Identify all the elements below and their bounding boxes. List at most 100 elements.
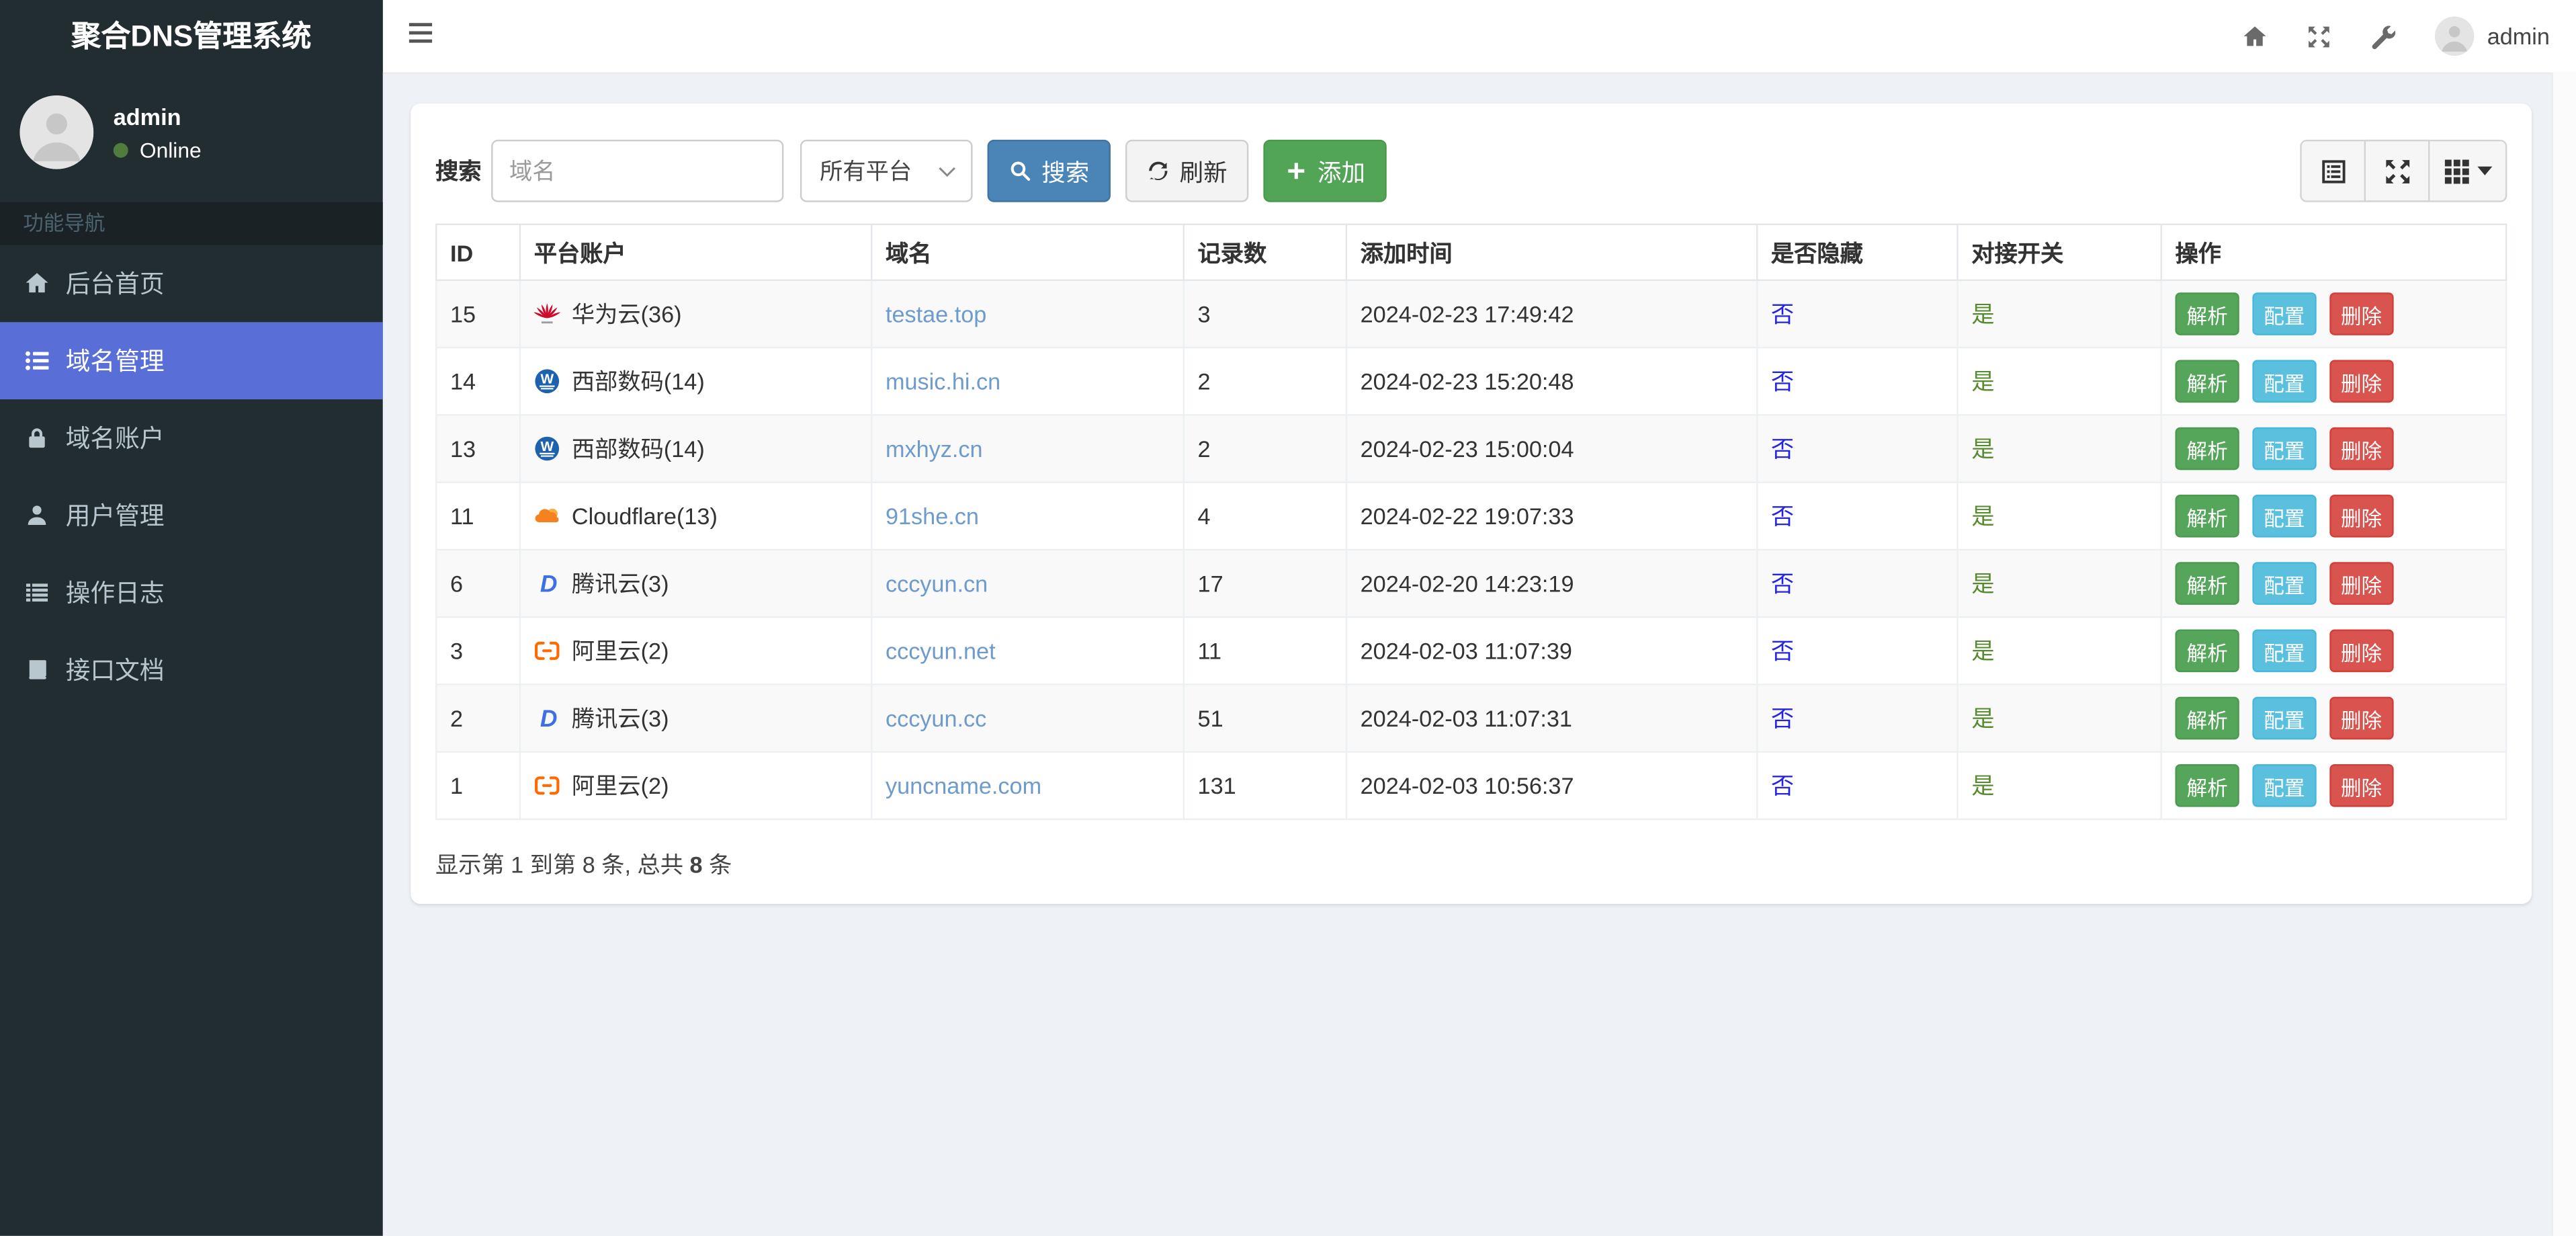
config-button[interactable]: 配置 xyxy=(2252,696,2317,740)
delete-button[interactable]: 删除 xyxy=(2329,696,2394,740)
resolve-button[interactable]: 解析 xyxy=(2175,292,2239,335)
switch-toggle-link[interactable]: 是 xyxy=(1971,638,1994,664)
hidden-toggle-link[interactable]: 否 xyxy=(1771,638,1794,664)
domain-link[interactable]: mxhyz.cn xyxy=(886,436,983,462)
switch-toggle-link[interactable]: 是 xyxy=(1971,300,1994,327)
switch-toggle-link[interactable]: 是 xyxy=(1971,570,1994,596)
resolve-button[interactable]: 解析 xyxy=(2175,629,2239,673)
switch-toggle-link[interactable]: 是 xyxy=(1971,503,1994,529)
domain-link[interactable]: cccyun.cc xyxy=(886,705,986,731)
hidden-toggle-link[interactable]: 否 xyxy=(1771,503,1794,529)
delete-button[interactable]: 删除 xyxy=(2329,629,2394,673)
home-icon xyxy=(25,271,50,296)
user-status: Online xyxy=(113,137,202,162)
table-header-row: ID 平台账户 域名 记录数 添加时间 是否隐藏 对接开关 操作 xyxy=(435,223,2507,282)
switch-toggle-link[interactable]: 是 xyxy=(1971,705,1994,731)
resolve-button[interactable]: 解析 xyxy=(2175,764,2239,807)
hidden-toggle-link[interactable]: 否 xyxy=(1771,436,1794,462)
col-actions: 操作 xyxy=(2160,223,2507,282)
search-button[interactable]: 搜索 xyxy=(987,139,1111,202)
cell-hidden: 否 xyxy=(1756,279,1959,349)
cell-switch: 是 xyxy=(1957,279,2162,349)
config-button[interactable]: 配置 xyxy=(2252,764,2317,807)
hidden-toggle-link[interactable]: 否 xyxy=(1771,705,1794,731)
table-row: 14 W 西部数码(14) music.hi.cn 2 2024-02-23 15… xyxy=(435,346,2507,416)
domain-link[interactable]: 91she.cn xyxy=(886,503,979,529)
config-button[interactable]: 配置 xyxy=(2252,495,2317,538)
domain-link[interactable]: yuncname.com xyxy=(886,772,1041,798)
cell-id: 6 xyxy=(435,548,521,618)
cell-actions: 解析 配置 删除 xyxy=(2160,616,2507,686)
sidebar-item-api-docs[interactable]: 接口文档 xyxy=(0,631,383,708)
cell-id: 1 xyxy=(435,751,521,821)
sidebar-toggle-button[interactable] xyxy=(409,23,433,48)
sidebar-item-users[interactable]: 用户管理 xyxy=(0,477,383,554)
config-button[interactable]: 配置 xyxy=(2252,562,2317,605)
detail-view-view-button[interactable] xyxy=(2300,139,2366,202)
refresh-icon xyxy=(1149,161,1168,181)
config-button[interactable]: 配置 xyxy=(2252,292,2317,335)
switch-toggle-link[interactable]: 是 xyxy=(1971,368,1994,395)
sidebar-item-logs[interactable]: 操作日志 xyxy=(0,554,383,631)
config-button[interactable]: 配置 xyxy=(2252,629,2317,673)
cell-platform: D 腾讯云(3) xyxy=(519,684,873,753)
cell-platform: 华为云(36) xyxy=(519,279,873,349)
cell-switch: 是 xyxy=(1957,414,2162,483)
domain-link[interactable]: music.hi.cn xyxy=(886,368,1000,395)
switch-toggle-link[interactable]: 是 xyxy=(1971,772,1994,798)
cell-actions: 解析 配置 删除 xyxy=(2160,548,2507,618)
sidebar-item-label: 操作日志 xyxy=(65,580,165,608)
user-menu[interactable]: admin xyxy=(2434,16,2550,56)
delete-button[interactable]: 删除 xyxy=(2329,562,2394,605)
domain-search-input[interactable] xyxy=(491,139,784,202)
add-button[interactable]: 添加 xyxy=(1263,139,1387,202)
resolve-button[interactable]: 解析 xyxy=(2175,360,2239,403)
huawei-icon xyxy=(533,300,560,327)
platform-select[interactable]: 所有平台 xyxy=(800,139,973,202)
resolve-button[interactable]: 解析 xyxy=(2175,562,2239,605)
sidebar-item-domains[interactable]: 域名管理 xyxy=(0,322,383,400)
detail-view-icon xyxy=(2319,157,2347,186)
cell-actions: 解析 配置 删除 xyxy=(2160,279,2507,349)
config-button[interactable]: 配置 xyxy=(2252,427,2317,470)
cell-id: 13 xyxy=(435,414,521,483)
online-dot-icon xyxy=(113,142,128,157)
resolve-button[interactable]: 解析 xyxy=(2175,495,2239,538)
delete-button[interactable]: 删除 xyxy=(2329,764,2394,807)
aliyun-icon xyxy=(534,638,560,664)
lock-icon xyxy=(25,425,50,450)
delete-button[interactable]: 删除 xyxy=(2329,360,2394,403)
resolve-button[interactable]: 解析 xyxy=(2175,427,2239,470)
fullscreen-view-button[interactable] xyxy=(2364,139,2430,202)
scrollbar[interactable] xyxy=(2551,72,2576,1236)
domain-link[interactable]: cccyun.cn xyxy=(886,570,988,596)
topbar-username: admin xyxy=(2487,23,2550,50)
cell-id: 14 xyxy=(435,346,521,416)
domain-link[interactable]: cccyun.net xyxy=(886,638,996,664)
hidden-toggle-link[interactable]: 否 xyxy=(1771,570,1794,596)
platform-select-value: 所有平台 xyxy=(820,157,912,184)
domain-link[interactable]: testae.top xyxy=(886,300,986,327)
switch-toggle-link[interactable]: 是 xyxy=(1971,436,1994,462)
delete-button[interactable]: 删除 xyxy=(2329,292,2394,335)
wrench-icon[interactable] xyxy=(2370,24,2395,48)
col-platform: 平台账户 xyxy=(519,223,873,282)
hidden-toggle-link[interactable]: 否 xyxy=(1771,772,1794,798)
cell-domain: 91she.cn xyxy=(870,481,1185,551)
fullscreen-icon[interactable] xyxy=(2307,24,2331,48)
sidebar-item-dashboard[interactable]: 后台首页 xyxy=(0,245,383,322)
cell-added-time: 2024-02-20 14:23:19 xyxy=(1345,548,1758,618)
delete-button[interactable]: 删除 xyxy=(2329,495,2394,538)
home-icon[interactable] xyxy=(2242,24,2267,48)
config-button[interactable]: 配置 xyxy=(2252,360,2317,403)
columns-view-button[interactable] xyxy=(2428,139,2507,202)
resolve-button[interactable]: 解析 xyxy=(2175,696,2239,740)
col-switch: 对接开关 xyxy=(1957,223,2162,282)
delete-button[interactable]: 删除 xyxy=(2329,427,2394,470)
cell-added-time: 2024-02-23 17:49:42 xyxy=(1345,279,1758,349)
domain-table-card: 搜索 所有平台 搜索 刷新 添加 xyxy=(411,104,2532,904)
hidden-toggle-link[interactable]: 否 xyxy=(1771,368,1794,395)
sidebar-item-accounts[interactable]: 域名账户 xyxy=(0,399,383,477)
hidden-toggle-link[interactable]: 否 xyxy=(1771,300,1794,327)
refresh-button[interactable]: 刷新 xyxy=(1125,139,1249,202)
